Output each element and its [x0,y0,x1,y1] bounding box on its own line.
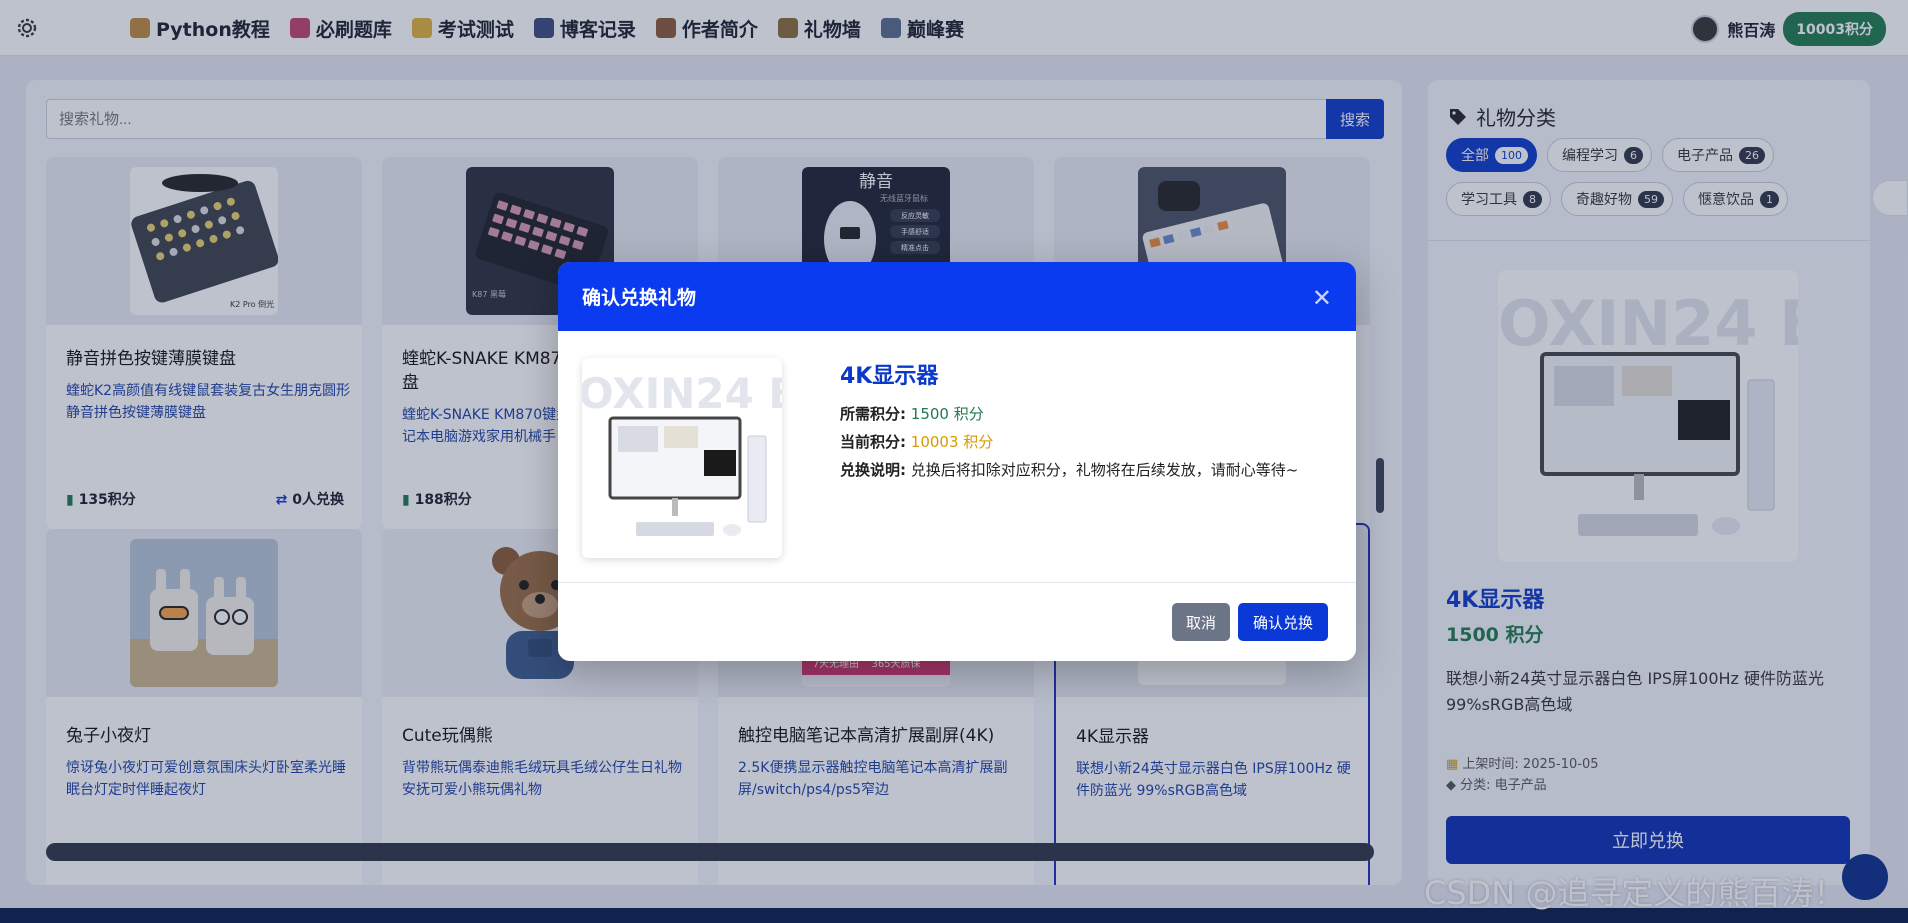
modal-title: 确认兑换礼物 [582,287,697,309]
confirm-exchange-button[interactable]: 确认兑换 [1238,603,1328,641]
modal-divider [558,582,1356,583]
current-points-row: 当前积分: 10003 积分 [840,433,994,451]
product-image: OXIN24 BO [582,358,782,558]
svg-text:OXIN24 BO: OXIN24 BO [582,369,782,418]
exchange-note-row: 兑换说明: 兑换后将扣除对应积分，礼物将在后续发放，请耐心等待~ [840,461,1299,479]
modal-header: 确认兑换礼物 ✕ [558,262,1356,331]
confirm-exchange-modal: 确认兑换礼物 ✕ OXIN24 BO 4K显示器 所需积分: 1500 积分 当… [558,262,1356,661]
required-points-row: 所需积分: 1500 积分 [840,405,984,423]
cancel-button[interactable]: 取消 [1172,603,1230,641]
close-icon[interactable]: ✕ [1312,284,1332,312]
modal-product-name: 4K显示器 [840,364,939,389]
